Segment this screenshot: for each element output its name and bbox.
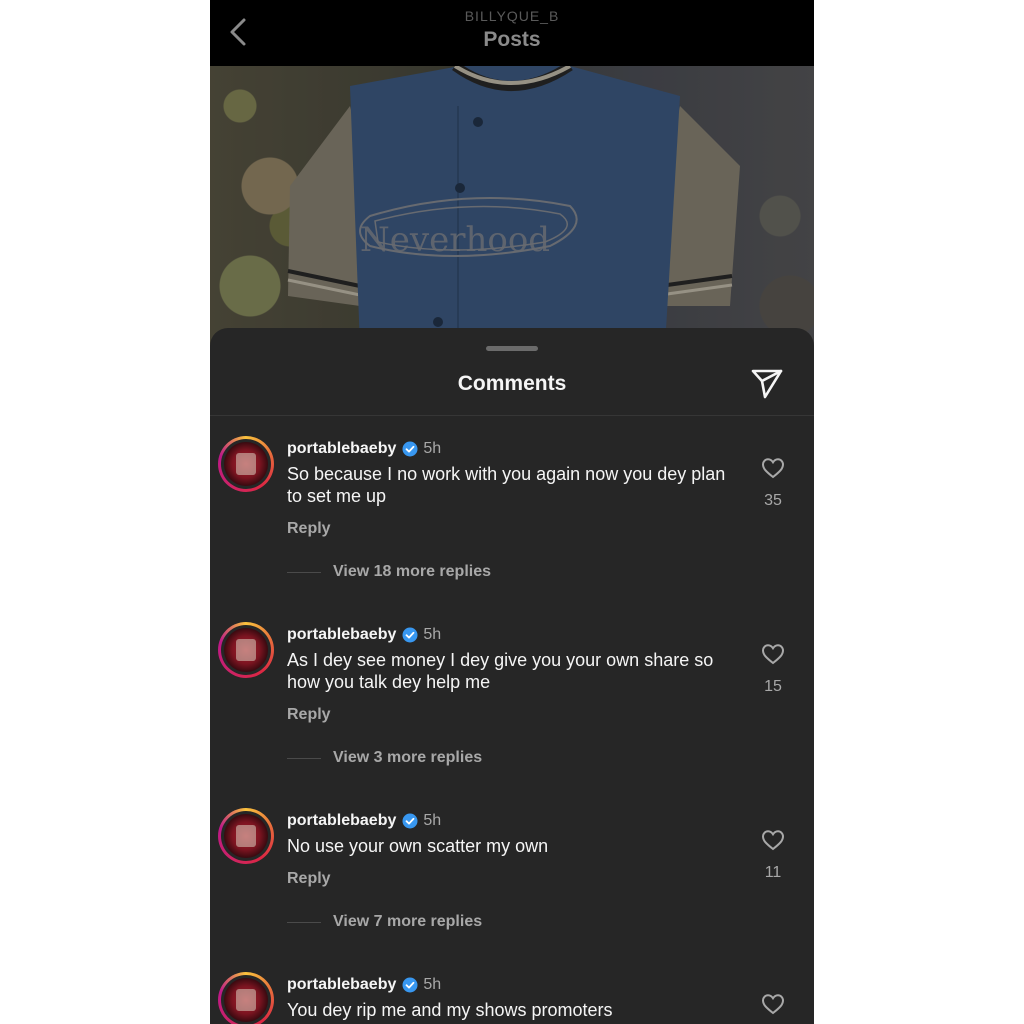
image-dim-overlay: [210, 66, 814, 346]
verified-badge-icon: [402, 977, 418, 993]
comment-username[interactable]: portablebaeby: [287, 626, 396, 644]
replies-line: [287, 571, 321, 573]
view-more-replies[interactable]: View 3 more replies: [287, 749, 482, 767]
verified-badge-icon: [402, 441, 418, 457]
top-bar: BILLYQUE_B Posts: [210, 0, 814, 66]
avatar[interactable]: [218, 808, 274, 864]
reply-button[interactable]: Reply: [287, 520, 331, 538]
paper-plane-icon[interactable]: [750, 366, 784, 400]
avatar[interactable]: [218, 436, 274, 492]
comment-header: portablebaeby 5h: [287, 625, 441, 645]
comment-text: As I dey see money I dey give you your o…: [287, 650, 714, 692]
comment-time: 5h: [423, 440, 442, 457]
profile-username: BILLYQUE_B: [464, 8, 560, 24]
heart-icon[interactable]: [761, 642, 785, 666]
comment-username[interactable]: portablebaeby: [287, 812, 396, 830]
comment-header: portablebaeby 5h: [287, 975, 441, 995]
comment-header: portablebaeby 5h: [287, 811, 441, 831]
heart-icon[interactable]: [761, 456, 785, 480]
like-count: 11: [764, 864, 782, 881]
view-more-replies[interactable]: View 18 more replies: [287, 563, 491, 581]
verified-badge-icon: [402, 627, 418, 643]
comment-text: You dey rip me and my shows promoters: [287, 1000, 613, 1020]
like-count: 15: [764, 678, 782, 695]
comment-text: No use your own scatter my own: [287, 836, 549, 856]
avatar[interactable]: [218, 972, 274, 1024]
avatar[interactable]: [218, 622, 274, 678]
comments-sheet: Comments portablebaeby 5h So because I n…: [210, 328, 814, 1024]
reply-button[interactable]: Reply: [287, 706, 331, 724]
post-image: Neverhood: [210, 66, 814, 346]
heart-icon[interactable]: [761, 828, 785, 852]
view-more-label: View 3 more replies: [333, 749, 483, 766]
page-title: Posts: [483, 28, 541, 51]
comment-header: portablebaeby 5h: [287, 439, 441, 459]
sheet-drag-handle[interactable]: [486, 346, 538, 351]
verified-badge-icon: [402, 813, 418, 829]
comment-time: 5h: [423, 812, 442, 829]
comment-text: So because I no work with you again now …: [287, 464, 726, 506]
like-count: 35: [764, 492, 782, 509]
comment-username[interactable]: portablebaeby: [287, 440, 396, 458]
replies-line: [287, 757, 321, 759]
comment-time: 5h: [423, 626, 442, 643]
phone-screen: Neverhood BILLYQUE_B Posts Comments port…: [210, 0, 814, 1024]
view-more-label: View 18 more replies: [333, 563, 492, 580]
sheet-divider: [210, 415, 814, 416]
view-more-replies[interactable]: View 7 more replies: [287, 913, 482, 931]
reply-button[interactable]: Reply: [287, 870, 331, 888]
replies-line: [287, 921, 321, 923]
view-more-label: View 7 more replies: [333, 913, 483, 930]
comments-title: Comments: [457, 372, 567, 395]
comment-time: 5h: [423, 976, 442, 993]
heart-icon[interactable]: [761, 992, 785, 1016]
comment-username[interactable]: portablebaeby: [287, 976, 396, 994]
